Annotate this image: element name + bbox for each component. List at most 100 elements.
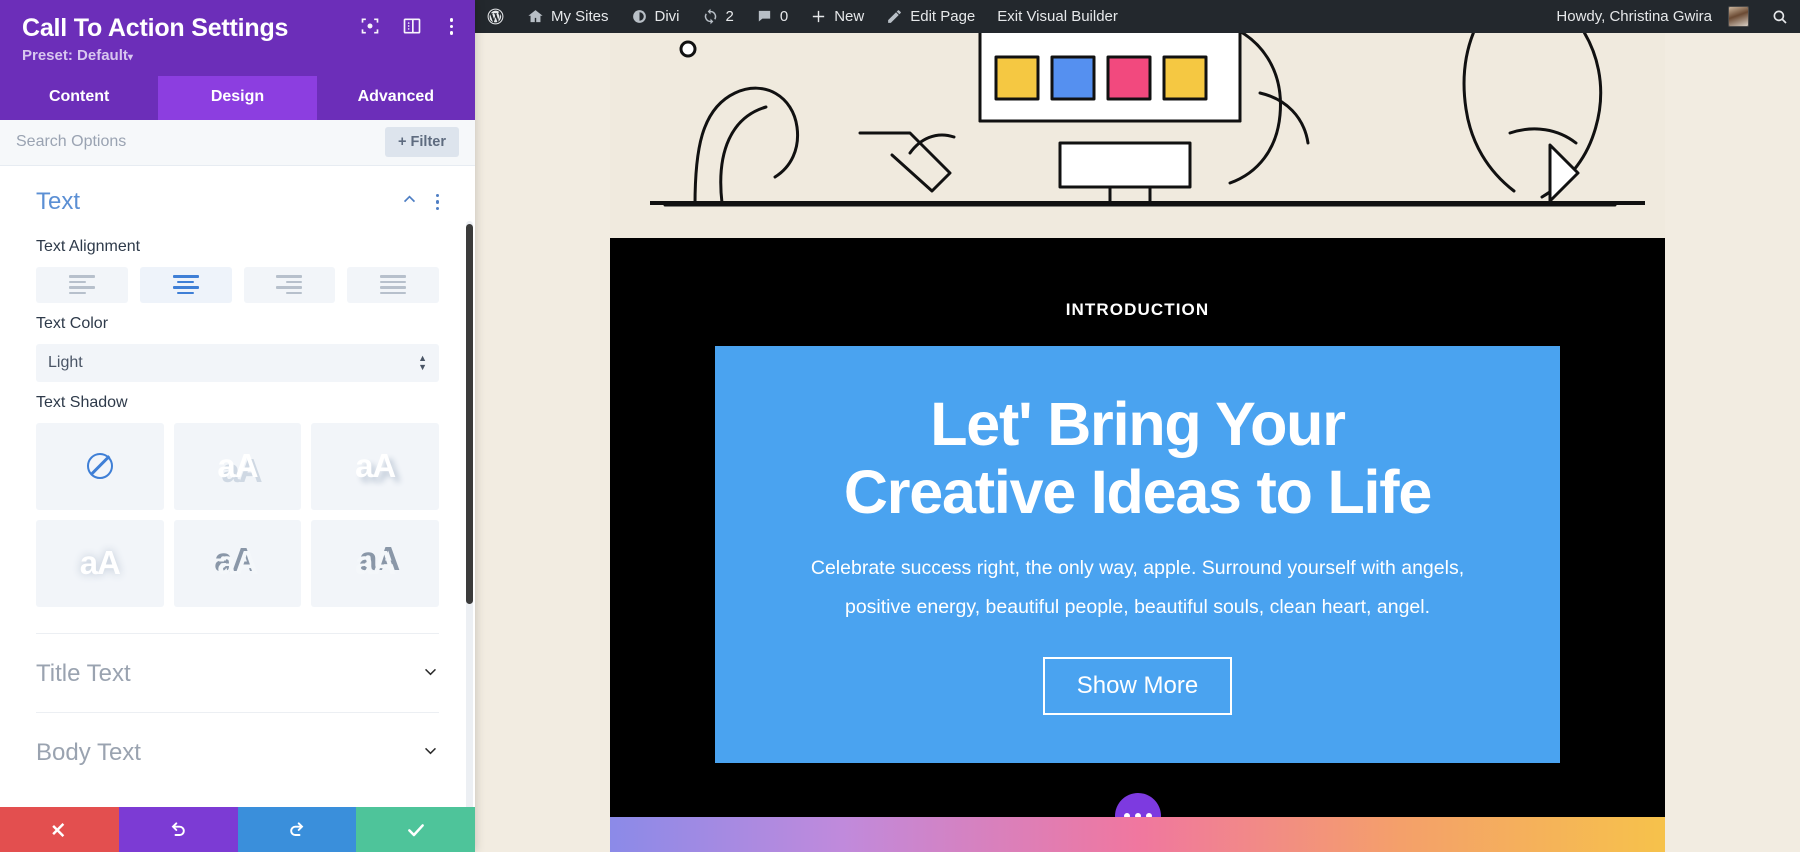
text-shadow-options: aA aA aA aA aA <box>36 423 439 607</box>
align-justify-button[interactable] <box>347 267 439 303</box>
text-shadow-preview: aA <box>355 544 395 582</box>
adminbar-account[interactable]: Howdy, Christina Gwira <box>1545 0 1760 33</box>
panel-header-icons <box>360 16 460 37</box>
wp-admin-bar: My Sites Divi 2 0 New Edit Page Exit Vis… <box>475 0 1800 33</box>
align-center-icon <box>173 275 199 294</box>
adminbar-howdy-label: Howdy, Christina Gwira <box>1556 8 1712 25</box>
section-title-text-header[interactable]: Title Text <box>36 660 439 713</box>
section-text-header[interactable]: Text <box>36 166 439 226</box>
page-frame: INTRODUCTION Let' Bring Your Creative Id… <box>610 33 1665 852</box>
cta-title-line-1: Let' Bring Your <box>755 390 1520 458</box>
adminbar-edit-page[interactable]: Edit Page <box>875 0 986 33</box>
page-preview-canvas: INTRODUCTION Let' Bring Your Creative Id… <box>475 33 1800 852</box>
section-body-text-title: Body Text <box>36 739 141 767</box>
section-text-controls <box>401 191 440 212</box>
focus-target-icon[interactable] <box>360 16 380 36</box>
cta-body-line-1: Celebrate success right, the only way, a… <box>758 549 1518 588</box>
text-shadow-preview: aA <box>355 447 395 485</box>
text-shadow-preset-4-button[interactable]: aA <box>174 520 302 607</box>
layout-panel-icon[interactable] <box>402 16 422 36</box>
tab-advanced[interactable]: Advanced <box>317 76 475 120</box>
panel-body: Text Text Alignment <box>0 166 475 807</box>
text-shadow-preview: aA <box>217 544 257 582</box>
sites-icon <box>527 8 544 25</box>
field-text-shadow: Text Shadow aA aA aA aA <box>36 394 439 607</box>
text-shadow-preset-2-button[interactable]: aA <box>311 423 439 510</box>
cta-title-line-2: Creative Ideas to Life <box>755 458 1520 526</box>
redo-button[interactable] <box>238 807 357 852</box>
adminbar-comments[interactable]: 0 <box>745 0 799 33</box>
intro-label: INTRODUCTION <box>610 238 1665 320</box>
check-icon <box>406 820 426 840</box>
tab-design[interactable]: Design <box>158 76 316 120</box>
adminbar-new-label: New <box>834 8 864 25</box>
adminbar-updates-count: 2 <box>726 8 734 25</box>
text-shadow-preset-5-button[interactable]: aA <box>311 520 439 607</box>
text-shadow-preset-3-button[interactable]: aA <box>36 520 164 607</box>
cta-body: Celebrate success right, the only way, a… <box>758 549 1518 627</box>
section-title-text: Title Text <box>0 634 475 713</box>
text-alignment-options <box>36 267 439 303</box>
divi-icon <box>631 8 648 25</box>
preset-selector[interactable]: Preset: Default▾ <box>22 47 453 64</box>
section-body-text-header[interactable]: Body Text <box>36 739 439 791</box>
text-shadow-preset-1-button[interactable]: aA <box>174 423 302 510</box>
panel-tabs: Content Design Advanced <box>0 76 475 120</box>
comments-icon <box>756 8 773 25</box>
chevron-up-icon[interactable] <box>401 191 418 212</box>
search-icon <box>1771 8 1789 26</box>
align-justify-icon <box>380 275 406 294</box>
section-body-text: Body Text <box>0 713 475 791</box>
adminbar-wordpress-logo[interactable] <box>475 0 516 33</box>
no-shadow-icon <box>87 453 113 479</box>
field-text-color: Text Color Light ▲▼ <box>36 315 439 382</box>
adminbar-comments-count: 0 <box>780 8 788 25</box>
show-more-button[interactable]: Show More <box>1043 657 1232 715</box>
text-shadow-none-button[interactable] <box>36 423 164 510</box>
panel-header: Call To Action Settings Preset: Default▾ <box>0 0 475 76</box>
text-shadow-preview: aA <box>217 447 257 485</box>
undo-button[interactable] <box>119 807 238 852</box>
adminbar-exit-visual-builder[interactable]: Exit Visual Builder <box>986 0 1129 33</box>
chevron-down-icon[interactable] <box>422 742 439 763</box>
search-input[interactable] <box>16 133 385 151</box>
preset-label: Preset: Default <box>22 47 128 64</box>
cta-body-line-2: positive energy, beautiful people, beaut… <box>758 588 1518 627</box>
adminbar-divi[interactable]: Divi <box>620 0 691 33</box>
panel-more-menu-icon[interactable] <box>444 16 460 37</box>
pencil-icon <box>886 8 903 25</box>
section-text: Text Text Alignment <box>0 166 475 634</box>
adminbar-edit-page-label: Edit Page <box>910 8 975 25</box>
cancel-button[interactable] <box>0 807 119 852</box>
align-center-button[interactable] <box>140 267 232 303</box>
align-left-icon <box>69 275 95 294</box>
rainbow-gradient-bar <box>610 817 1665 852</box>
cta-module[interactable]: Let' Bring Your Creative Ideas to Life C… <box>715 346 1560 763</box>
text-color-select[interactable]: Light <box>36 344 439 382</box>
updates-icon <box>702 8 719 25</box>
adminbar-new[interactable]: New <box>799 0 875 33</box>
cta-title: Let' Bring Your Creative Ideas to Life <box>755 390 1520 527</box>
adminbar-exit-label: Exit Visual Builder <box>997 8 1118 25</box>
module-settings-panel: Call To Action Settings Preset: Default▾… <box>0 0 475 852</box>
panel-scrollbar-thumb[interactable] <box>466 224 473 604</box>
plus-icon <box>810 8 827 25</box>
text-shadow-preview: aA <box>80 544 120 582</box>
text-color-label: Text Color <box>36 315 439 333</box>
panel-footer <box>0 807 475 852</box>
undo-icon <box>168 820 188 840</box>
hero-illustration <box>610 33 1665 238</box>
adminbar-search-button[interactable] <box>1760 0 1800 33</box>
adminbar-updates[interactable]: 2 <box>691 0 745 33</box>
redo-icon <box>287 820 307 840</box>
filter-button[interactable]: + Filter <box>385 127 459 157</box>
align-left-button[interactable] <box>36 267 128 303</box>
adminbar-my-sites[interactable]: My Sites <box>516 0 620 33</box>
save-button[interactable] <box>356 807 475 852</box>
search-row: + Filter <box>0 120 475 166</box>
section-text-title: Text <box>36 188 80 216</box>
section-more-menu-icon[interactable] <box>436 192 440 213</box>
chevron-down-icon[interactable] <box>422 663 439 684</box>
align-right-button[interactable] <box>244 267 336 303</box>
tab-content[interactable]: Content <box>0 76 158 120</box>
